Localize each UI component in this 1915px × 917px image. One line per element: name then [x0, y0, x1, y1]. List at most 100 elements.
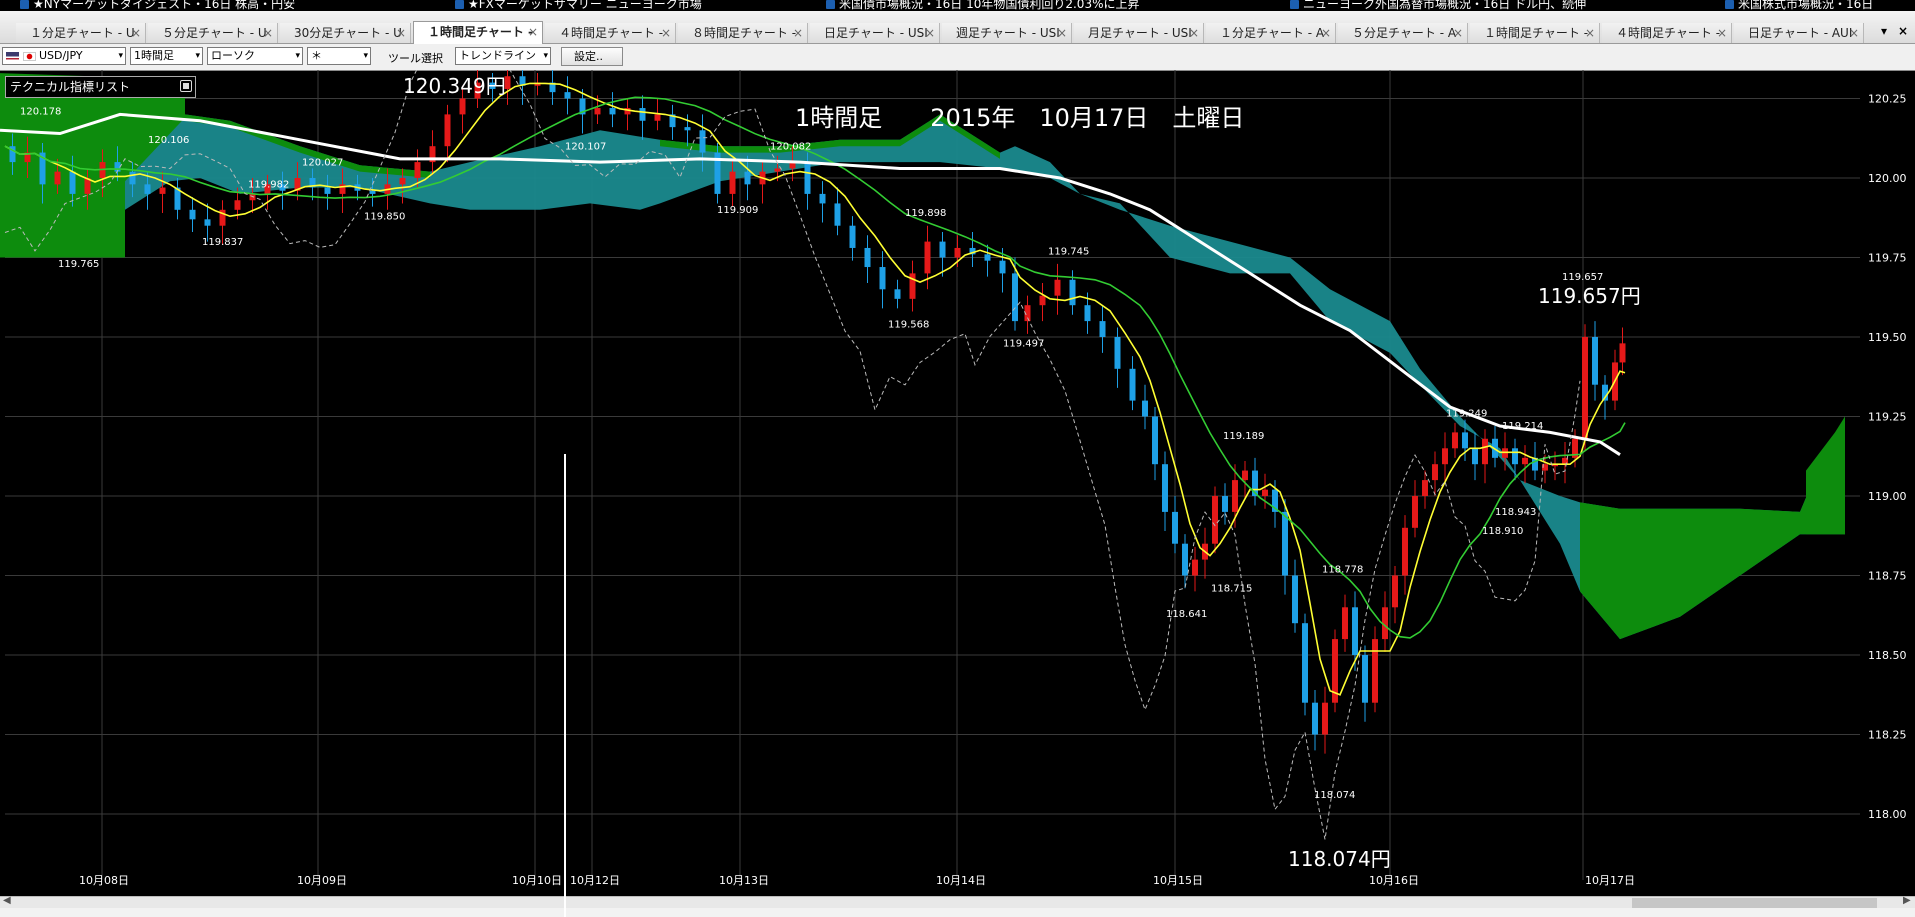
- tab-list-dropdown[interactable]: ▾: [1881, 24, 1887, 38]
- candle-body: [1099, 321, 1106, 337]
- candle-body: [924, 241, 931, 274]
- close-tab-icon[interactable]: ×: [1057, 23, 1067, 43]
- y-tick-label: 118.75: [1868, 570, 1907, 583]
- collapse-panel-icon[interactable]: [180, 80, 192, 92]
- indicator-list-title: テクニカル指標リスト: [10, 80, 131, 94]
- close-tab-icon[interactable]: ×: [1585, 23, 1595, 43]
- chart-tab-label: １分足チャート - A: [1220, 26, 1325, 40]
- settings-button[interactable]: 設定..: [561, 47, 623, 66]
- ticker-item[interactable]: 米国債市場概況・16日 10年物国債利回り2.03%に上昇: [826, 0, 1139, 11]
- candle-body: [954, 247, 961, 258]
- technical-indicator-list-panel[interactable]: テクニカル指標リスト: [5, 76, 196, 98]
- scroll-thumb[interactable]: [1632, 898, 1877, 908]
- x-tick-label: 10月12日: [570, 874, 620, 887]
- close-tab-icon[interactable]: ×: [263, 23, 273, 43]
- ticker-text: 米国株式市場概況・16日: [1738, 0, 1874, 11]
- y-tick-label: 119.25: [1868, 411, 1907, 424]
- close-tab-icon[interactable]: ×: [1849, 23, 1859, 43]
- close-tab-icon[interactable]: ×: [1453, 23, 1463, 43]
- chart-tab[interactable]: 日足チャート - USI ×: [810, 23, 940, 43]
- close-tab-icon[interactable]: ×: [1321, 23, 1331, 43]
- ticker-item[interactable]: ニューヨーク外国為替市場概況・16日 ドル円、続伸: [1290, 0, 1586, 11]
- close-tab-icon[interactable]: ×: [131, 23, 141, 43]
- x-tick-label: 10月15日: [1153, 874, 1203, 887]
- chart-type-value: ローソク: [211, 49, 255, 62]
- ticker-text: ★NYマーケットダイジェスト・16日 株高・円安: [33, 0, 296, 11]
- chart-tab[interactable]: １分足チャート - A ×: [1206, 23, 1336, 43]
- chart-tab[interactable]: 30分足チャート - U ×: [280, 23, 411, 43]
- chart-tab[interactable]: ４時間足チャート - ×: [545, 23, 676, 43]
- candle-body: [1012, 273, 1018, 322]
- candle-body: [1114, 337, 1121, 369]
- price-annotation: 119.497: [1003, 339, 1044, 350]
- ticker-text: 米国債市場概況・16日 10年物国債利回り2.03%に上昇: [839, 0, 1140, 11]
- news-ticker[interactable]: ★NYマーケットダイジェスト・16日 株高・円安 ★FXマーケットサマリー ニュー…: [0, 0, 1915, 11]
- chart-tab[interactable]: ８時間足チャート - ×: [678, 23, 808, 43]
- close-tab-icon[interactable]: ×: [925, 23, 935, 43]
- candle-body: [189, 209, 196, 220]
- chart-tab-label: ５分足チャート - U: [162, 26, 267, 40]
- candle-body: [144, 184, 151, 194]
- y-tick-label: 119.50: [1868, 331, 1907, 344]
- timeframe-select[interactable]: 1時間足 ▾: [130, 47, 203, 65]
- candle-body: [864, 247, 871, 268]
- candle-body: [1069, 279, 1076, 306]
- chart-tab[interactable]: ４時間足チャート - ×: [1602, 23, 1732, 43]
- close-all-tabs-button[interactable]: ×: [1898, 24, 1908, 38]
- candle-body: [1162, 464, 1168, 512]
- price-annotation: 119.214: [1502, 421, 1543, 432]
- candle-body: [639, 108, 646, 121]
- candle-body: [1512, 448, 1518, 465]
- chart-tab-label: 週足チャート - USI: [956, 26, 1060, 40]
- chart-tab[interactable]: ５分足チャート - U ×: [148, 23, 278, 43]
- close-tab-icon[interactable]: ×: [1717, 23, 1727, 43]
- chart-title: 1時間足 2015年 10月17日 土曜日: [795, 104, 1245, 132]
- chart-tab[interactable]: １時間足チャート - ×: [413, 21, 543, 44]
- ticker-item[interactable]: ★FXマーケットサマリー ニューヨーク市場: [455, 0, 702, 11]
- ticker-text: ★FXマーケットサマリー ニューヨーク市場: [468, 0, 702, 11]
- candle-body: [1142, 400, 1148, 417]
- grid-group: [5, 70, 1860, 880]
- price-annotation: 118.641: [1166, 609, 1207, 620]
- chart-type-select[interactable]: ローソク ▾: [207, 47, 303, 65]
- chart-tab[interactable]: 週足チャート - USI ×: [942, 23, 1072, 43]
- close-tab-icon[interactable]: ×: [793, 23, 803, 43]
- scroll-right-icon[interactable]: ▶: [1903, 895, 1911, 906]
- style-select[interactable]: ＊ ▾: [307, 47, 371, 65]
- chart-tab[interactable]: ５分足チャート - A ×: [1338, 23, 1468, 43]
- currency-pair-select[interactable]: USD/JPY ▾: [2, 47, 126, 65]
- x-tick-label: 10月17日: [1585, 874, 1635, 887]
- close-tab-icon[interactable]: ×: [1189, 23, 1199, 43]
- ticker-item[interactable]: ★NYマーケットダイジェスト・16日 株高・円安: [20, 0, 295, 11]
- price-annotation: 120.027: [302, 157, 343, 168]
- candle-body: [1402, 527, 1408, 576]
- candle-body: [54, 171, 61, 185]
- close-tab-icon[interactable]: ×: [396, 23, 406, 43]
- timeframe-value: 1時間足: [134, 49, 174, 62]
- chart-tab[interactable]: 月足チャート - USI ×: [1074, 23, 1204, 43]
- drawing-tool-select[interactable]: トレンドライン ▾: [455, 47, 551, 65]
- price-annotation: 119.982: [248, 180, 289, 191]
- candle-body: [1432, 464, 1438, 481]
- chart-tab[interactable]: 日足チャート - AUI ×: [1734, 23, 1864, 43]
- candle-body: [984, 254, 991, 261]
- price-annotation: 119.837: [202, 237, 243, 248]
- price-chart[interactable]: 120.25 120.00 119.75 119.50 119.25 119.00 118.…: [0, 70, 1915, 896]
- candle-body: [1302, 623, 1308, 703]
- candle-body: [1242, 470, 1248, 481]
- candle-body: [1232, 480, 1238, 512]
- ticker-item[interactable]: 米国株式市場概況・16日: [1725, 0, 1873, 11]
- us-flag-icon: [6, 51, 19, 61]
- currency-pair-value: USD/JPY: [39, 49, 83, 62]
- candle-body: [654, 114, 661, 121]
- scroll-left-icon[interactable]: ◀: [3, 895, 11, 906]
- price-annotation: 118.910: [1482, 526, 1523, 537]
- x-tick-label: 10月16日: [1369, 874, 1419, 887]
- price-annotation: 119.249: [1446, 409, 1487, 420]
- close-tab-icon[interactable]: ×: [528, 22, 538, 42]
- low-price-label: 118.074円: [1288, 847, 1391, 871]
- chart-tab[interactable]: １分足チャート - U ×: [16, 23, 146, 43]
- close-tab-icon[interactable]: ×: [661, 23, 671, 43]
- candle-body: [1292, 575, 1298, 624]
- chart-tab[interactable]: １時間足チャート - ×: [1470, 23, 1600, 43]
